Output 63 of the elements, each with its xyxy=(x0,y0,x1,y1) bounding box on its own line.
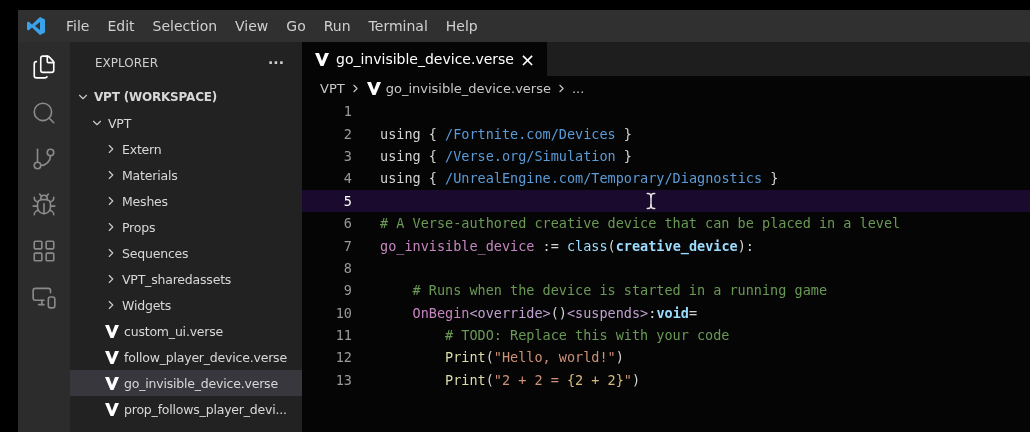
menu-item[interactable]: File xyxy=(58,18,98,34)
v-icon xyxy=(314,51,330,67)
tree-item[interactable]: VPT xyxy=(70,110,302,136)
code-line: OnBegin<override>()<suspends>:void= xyxy=(412,304,698,321)
tree-item[interactable]: follow_player_device.verse xyxy=(70,344,302,370)
tree-item[interactable]: go_invisible_device.verse xyxy=(70,370,302,396)
code-line: # A Verse-authored creative device that can be placed in a level xyxy=(380,215,901,232)
code-line: using { /Fortnite.com/Devices } xyxy=(380,125,632,142)
tree-item[interactable]: Props xyxy=(70,214,302,240)
tree-item[interactable]: Sequences xyxy=(70,240,302,266)
menu-item[interactable]: View xyxy=(227,18,277,34)
sidebar-title: EXPLORER xyxy=(95,56,158,70)
menu-item[interactable]: Edit xyxy=(99,18,143,34)
line-number: 11 xyxy=(334,327,353,344)
line-number: 12 xyxy=(334,349,353,366)
more-button[interactable]: ··· xyxy=(268,55,284,71)
grid-icon[interactable] xyxy=(31,238,57,264)
menu-item[interactable]: Terminal xyxy=(360,18,436,34)
v-icon xyxy=(104,375,120,391)
line-number: 2 xyxy=(342,125,353,142)
search-icon[interactable] xyxy=(31,100,57,126)
bug-icon[interactable] xyxy=(31,192,57,218)
breadcrumb-item[interactable]: go_invisible_device.verse xyxy=(385,80,551,96)
close-button[interactable]: × xyxy=(519,48,536,70)
tree-item[interactable]: VPT_sharedassets xyxy=(70,266,302,292)
line-number: 1 xyxy=(342,103,353,120)
tree-item[interactable]: Materials xyxy=(70,162,302,188)
tree-item[interactable]: Widgets xyxy=(70,292,302,318)
code-line: go_invisible_device := class(creative_device): xyxy=(380,237,754,254)
tree-item[interactable]: Meshes xyxy=(70,188,302,214)
menu-item[interactable]: Go xyxy=(278,18,314,34)
line-number: 13 xyxy=(334,371,353,388)
v-icon xyxy=(104,323,120,339)
line-number: 7 xyxy=(342,237,353,254)
line-number: 4 xyxy=(342,170,353,187)
v-icon xyxy=(104,349,120,365)
tree-item[interactable]: prop_follows_player_devi... xyxy=(70,396,302,422)
branch-icon[interactable] xyxy=(31,146,57,172)
menu-item[interactable]: Help xyxy=(437,18,486,34)
code-line: using { /Verse.org/Simulation } xyxy=(380,147,632,164)
breadcrumb-item[interactable]: ... xyxy=(571,80,585,96)
line-number: 6 xyxy=(342,215,353,232)
code-line: Print("2 + 2 = {2 + 2}") xyxy=(445,371,641,388)
code-line: Print("Hello, world!") xyxy=(445,349,624,366)
v-icon xyxy=(104,401,120,417)
line-number: 8 xyxy=(342,259,353,276)
tree-item[interactable]: Extern xyxy=(70,136,302,162)
code-line: using { /UnrealEngine.com/Temporary/Diagnostics } xyxy=(380,170,779,187)
line-number: 9 xyxy=(342,282,353,299)
tree-item[interactable]: VPT (WORKSPACE) xyxy=(70,84,302,110)
breadcrumb-item[interactable]: VPT xyxy=(320,80,345,96)
line-number: 3 xyxy=(342,147,353,164)
code-line: # TODO: Replace this with your code xyxy=(445,327,730,344)
editor-tab[interactable]: go_invisible_device.verse × xyxy=(302,42,548,76)
v-icon xyxy=(365,80,382,96)
logo-icon xyxy=(26,16,46,36)
menu-item[interactable]: Selection xyxy=(144,18,226,34)
files-icon[interactable] xyxy=(31,54,57,80)
line-number: 5 xyxy=(342,192,353,209)
code-line: # Runs when the device is started in a running game xyxy=(412,282,827,299)
line-number: 10 xyxy=(334,304,353,321)
tree-item[interactable]: custom_ui.verse xyxy=(70,318,302,344)
menu-item[interactable]: Run xyxy=(315,18,359,34)
